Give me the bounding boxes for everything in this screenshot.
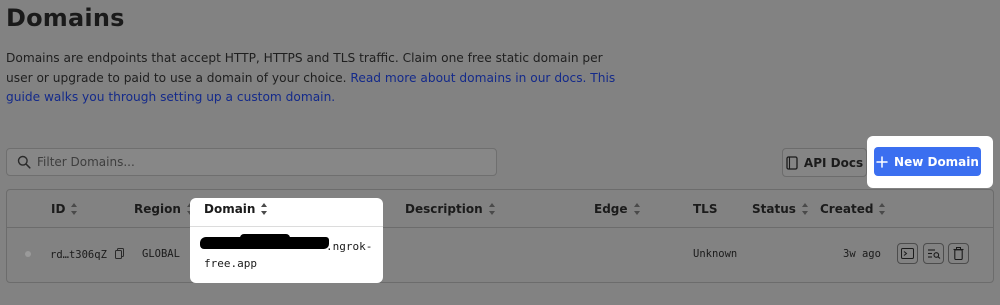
inspect-icon: [927, 249, 940, 259]
terminal-icon: [901, 248, 914, 259]
column-header-status[interactable]: Status: [752, 202, 809, 216]
column-header-domain[interactable]: Domain: [204, 202, 268, 216]
filter-box[interactable]: [6, 148, 497, 176]
book-icon: [786, 155, 798, 170]
sort-icon: [879, 203, 886, 215]
new-domain-label: New Domain: [894, 154, 979, 169]
row-status-dot: [25, 251, 31, 257]
column-header-tls: TLS: [693, 202, 717, 216]
api-docs-label: API Docs: [803, 155, 864, 170]
sort-icon: [801, 203, 809, 215]
filter-input[interactable]: [37, 150, 477, 174]
sort-icon: [71, 203, 78, 215]
api-docs-button[interactable]: API Docs: [782, 148, 867, 177]
column-header-id[interactable]: ID: [51, 202, 78, 216]
inspect-button[interactable]: [923, 243, 944, 264]
column-header-edge[interactable]: Edge: [594, 202, 641, 216]
column-label-created: Created: [820, 202, 874, 216]
search-icon: [17, 155, 31, 169]
header-divider: [7, 227, 993, 228]
page-description: Domains are endpoints that accept HTTP, …: [6, 49, 626, 108]
column-header-region[interactable]: Region: [134, 202, 194, 216]
delete-button[interactable]: [948, 243, 969, 264]
copy-icon[interactable]: [115, 248, 125, 259]
column-header-created[interactable]: Created: [820, 202, 886, 216]
row-region: GLOBAL: [142, 248, 180, 260]
redaction-mark: [240, 234, 290, 242]
column-header-description[interactable]: Description: [405, 202, 496, 216]
terminal-button[interactable]: [897, 243, 918, 264]
column-label-edge: Edge: [594, 202, 628, 216]
column-label-description: Description: [405, 202, 483, 216]
row-created: 3w ago: [843, 248, 881, 260]
column-label-domain: Domain: [204, 202, 256, 216]
column-label-id: ID: [51, 202, 66, 216]
column-label-status: Status: [752, 202, 796, 216]
domains-table: ID Region Description Edge TLS Status Cr…: [6, 189, 994, 283]
sort-icon: [488, 203, 496, 215]
row-id[interactable]: rd…t306qZ: [50, 248, 125, 261]
domain-suffix: .ngrok-: [326, 240, 373, 253]
page-title: Domains: [6, 4, 125, 32]
new-domain-button[interactable]: New Domain: [874, 147, 981, 176]
column-label-tls: TLS: [693, 202, 718, 216]
domain-suffix-line2: free.app: [204, 257, 257, 270]
column-label-region: Region: [134, 202, 181, 216]
domain-column-highlight: Domain .ngrok- free.app: [190, 198, 383, 283]
header-divider: [190, 226, 383, 227]
row-id-text: rd…t306qZ: [50, 249, 107, 261]
plus-icon: [876, 155, 888, 168]
sort-icon: [633, 203, 641, 215]
sort-icon: [261, 203, 268, 215]
row-tls: Unknown: [693, 248, 738, 260]
trash-icon: [953, 247, 964, 260]
